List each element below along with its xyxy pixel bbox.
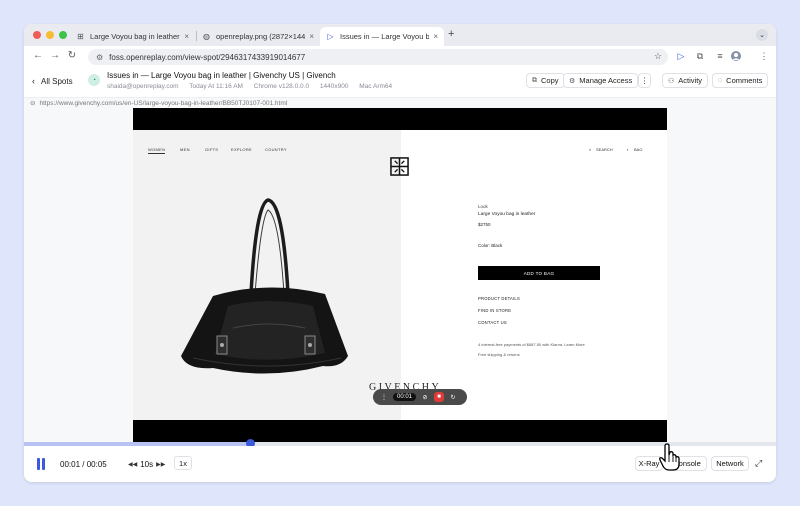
site-nav-explore[interactable]: EXPLORE [231,147,252,152]
product-details-link[interactable]: PRODUCT DETAILS [478,296,520,301]
new-tab-button[interactable]: + [448,28,454,40]
fast-forward-icon[interactable]: ▶▶ [156,461,165,468]
contact-us-link[interactable]: CONTACT US [478,320,507,325]
givenchy-logo-icon [390,157,409,176]
url-field[interactable]: ⚙ foss.openreplay.com/view-spot/29463174… [88,49,668,65]
address-bar: ← → ↻ ⚙ foss.openreplay.com/view-spot/29… [24,46,776,68]
playback-speed-button[interactable]: 1x [174,456,192,470]
spot-author: shaida@openreplay.com [107,83,179,90]
play-icon: ▷ [327,32,334,41]
comments-button[interactable]: ◌ Comments [712,73,769,88]
profile-avatar[interactable] [730,51,742,63]
stop-recording-icon[interactable]: ■ [434,392,445,402]
klarna-note: 4 interest-free payments of $687.50 with… [478,342,585,347]
skip-interval[interactable]: 10s [140,460,153,469]
manage-access-button[interactable]: ⚙ Manage Access [563,73,639,88]
close-icon[interactable]: × [433,32,438,41]
site-info-icon[interactable]: ⚙ [96,53,103,62]
product-title: Large Voyou bag in leather [478,212,536,217]
product-price: $2750 [478,222,491,227]
recording-controls: ⋮ 00:01 ⊘ ■ ↻ [373,389,467,405]
rewind-icon[interactable]: ◀◀ [128,461,137,468]
spot-platform: Mac Arm64 [359,83,393,90]
shipping-note: Free shipping & returns [478,352,520,357]
reload-icon[interactable]: ↻ [66,50,78,61]
spot-header: ‹ All Spots ◔ Issues in — Large Voyou ba… [24,68,776,98]
replay-screen: WOMEN MEN GIFTS EXPLORE COUNTRY ⌕ SEARCH… [133,108,667,442]
comment-icon: ◌ [718,77,723,84]
product-bag-image [181,198,348,374]
site-search-link[interactable]: SEARCH [596,147,613,152]
spot-title: Issues in — Large Voyou bag in leather |… [107,71,336,80]
back-arrow-icon[interactable]: ← [32,50,44,61]
spot-meta: shaida@openreplay.com Today At 11:16 AM … [107,83,401,90]
site-bag-icon[interactable]: ▪ [627,147,628,152]
activity-icon: ⚇ [668,77,675,85]
gear-icon: ⚙ [569,77,576,85]
mic-off-icon[interactable]: ⊘ [420,392,430,402]
tab-openreplay-png[interactable]: ◍ openreplay.png (2872×1446) × [196,27,320,46]
more-options-button[interactable]: ⋮ [638,73,651,88]
spot-browser: Chrome v128.0.0.0 [253,83,310,90]
all-spots-link[interactable]: ‹ All Spots [32,76,73,86]
more-vertical-icon: ⋮ [640,76,649,85]
product-color: Color: Black [478,243,503,248]
recording-time: 00:01 [393,393,417,401]
time-display: 00:01 / 00:05 [60,460,107,469]
fullscreen-icon[interactable]: ⤢ [755,458,762,469]
openreplay-logo-icon: ◔ [88,74,100,86]
activity-button[interactable]: ⚇ Activity [662,73,709,88]
spot-resolution: 1440x900 [319,83,349,90]
spot-date: Today At 11:16 AM [189,83,243,90]
browser-menu-icon[interactable]: ⋮ [758,51,770,62]
replay-letterbox-top [133,108,667,130]
link-icon: ⊖ [30,100,36,107]
add-to-bag-button[interactable]: ADD TO BAG [478,266,600,280]
recorded-page-url: ⊖ https://www.givenchy.com/us/en-US/larg… [24,98,776,108]
bookmark-star-icon[interactable]: ☆ [654,51,662,62]
extensions-icon[interactable]: ⧉ [694,51,706,62]
site-nav-men[interactable]: MEN [180,147,190,152]
chevron-left-icon: ‹ [32,76,35,86]
product-label: Look [478,204,488,209]
site-nav-gifts[interactable]: GIFTS [205,147,218,152]
copy-button[interactable]: ⧉ Copy [526,73,565,88]
site-nav-women[interactable]: WOMEN [148,147,166,154]
network-button[interactable]: Network [711,456,749,471]
tab-bar: ⊞ Large Voyou bag in leather | G × ◍ ope… [24,24,776,46]
copy-icon: ⧉ [532,76,537,84]
replay-letterbox-bottom [133,420,667,442]
grid-icon: ⊞ [77,32,84,41]
maximize-window-button[interactable] [59,31,67,39]
site-bag-link[interactable]: BAG [634,147,642,152]
tab-givenchy[interactable]: ⊞ Large Voyou bag in leather | G × [70,27,195,46]
media-controls-icon[interactable]: ≡ [714,51,726,61]
site-nav-country[interactable]: COUNTRY [265,147,287,152]
tab-search-button[interactable]: ⌄ [756,29,768,41]
close-icon[interactable]: × [309,32,314,41]
replay-stage: WOMEN MEN GIFTS EXPLORE COUNTRY ⌕ SEARCH… [24,108,776,442]
grip-icon[interactable]: ⋮ [379,392,389,402]
tab-issues-spot[interactable]: ▷ Issues in — Large Voyou bag in × [320,27,444,46]
pause-icon[interactable] [35,458,47,470]
restart-icon[interactable]: ↻ [448,392,458,402]
minimize-window-button[interactable] [46,31,54,39]
site-search-icon[interactable]: ⌕ [589,147,591,152]
openreplay-extension-icon[interactable]: ▷ [675,51,687,62]
forward-arrow-icon[interactable]: → [49,50,61,61]
browser-window: ⊞ Large Voyou bag in leather | G × ◍ ope… [24,24,776,482]
hand-cursor-icon [659,443,680,471]
find-in-store-link[interactable]: FIND IN STORE [478,308,511,313]
skip-controls: ◀◀ 10s ▶▶ [125,460,168,469]
close-window-button[interactable] [33,31,41,39]
globe-icon: ◍ [203,32,210,41]
close-icon[interactable]: × [184,32,189,41]
